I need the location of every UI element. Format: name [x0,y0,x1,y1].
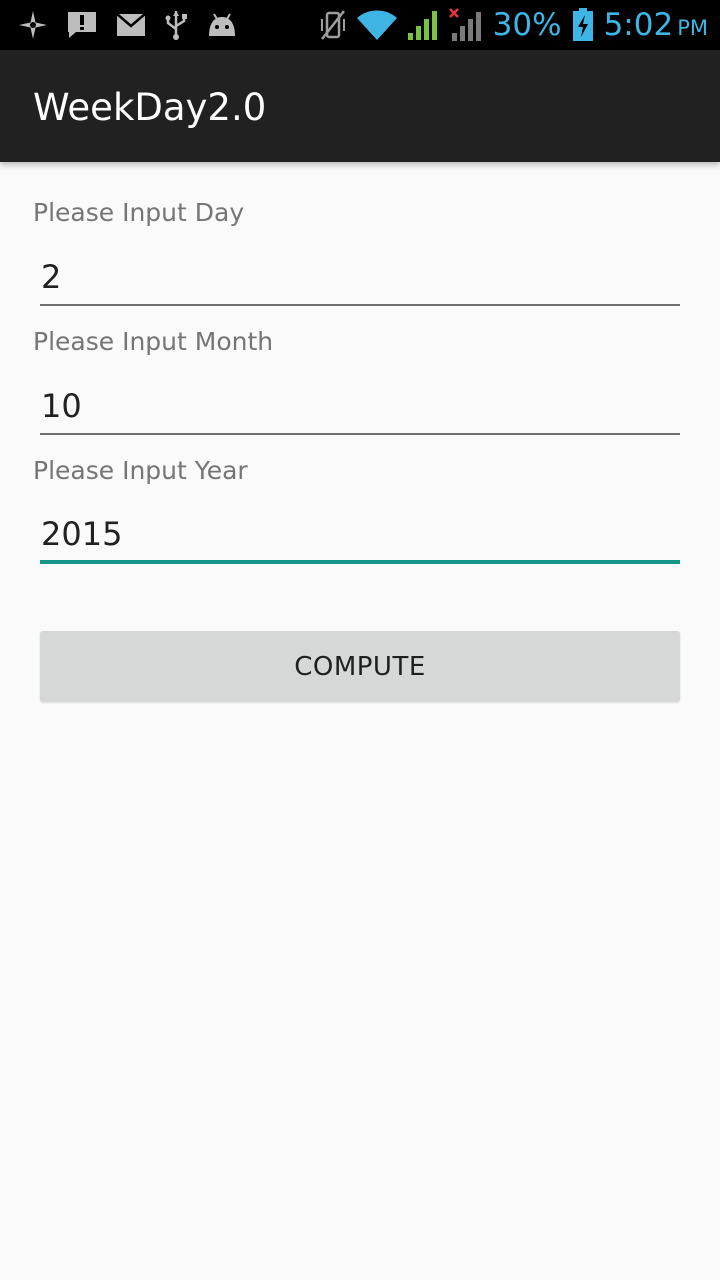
day-label: Please Input Day [33,198,245,227]
battery-charging-icon [572,8,593,41]
app-title: WeekDay2.0 [33,86,267,129]
status-bar-system: 30% 5:02 PM [319,6,708,44]
android-debug-icon [209,13,235,36]
email-icon [116,13,146,36]
usb-icon [165,11,187,40]
alert-icon [68,12,96,38]
year-label: Please Input Year [33,456,248,485]
clock-ampm: PM [677,16,708,40]
year-input[interactable] [40,508,680,564]
month-label: Please Input Month [33,327,274,356]
clock-time: 5:02 [603,7,674,43]
clock: 5:02 PM [604,7,708,43]
no-signal-icon [448,8,481,41]
battery-percent: 30% [492,7,562,43]
cell-signal-icon [407,11,437,40]
vibrate-muted-icon [320,10,345,40]
action-bar: WeekDay2.0 [0,50,720,162]
status-bar-notifications [18,8,238,42]
gps-icon [19,11,47,39]
wifi-icon [356,10,397,40]
status-bar: 30% 5:02 PM [0,0,720,50]
day-input[interactable] [40,250,680,306]
compute-button[interactable]: COMPUTE [40,631,680,702]
month-input[interactable] [40,379,680,435]
